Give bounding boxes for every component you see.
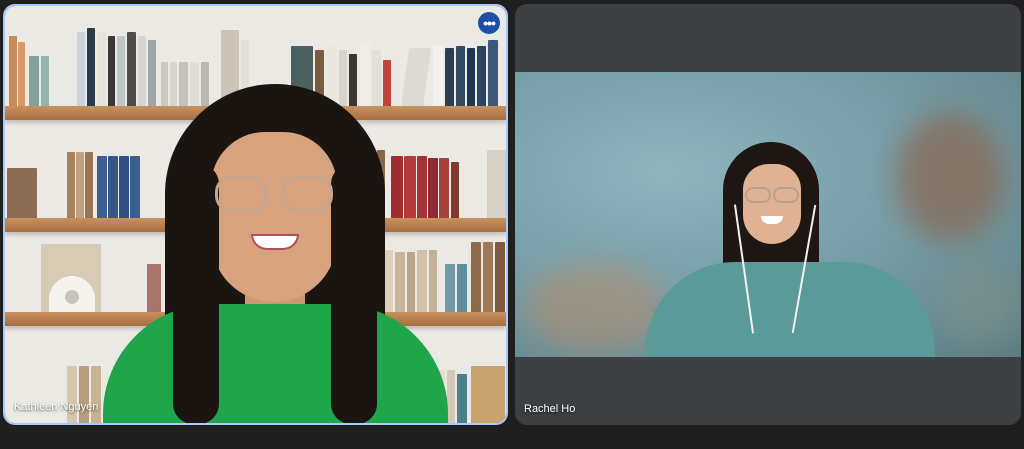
glasses xyxy=(745,187,771,203)
book xyxy=(85,152,93,220)
teal-sweater xyxy=(645,262,935,357)
participant-tile-kathleen[interactable]: ••• Kathleen Nguyen xyxy=(3,4,508,425)
book xyxy=(456,46,465,108)
book xyxy=(483,242,493,314)
video-call-grid: ••• Kathleen Nguyen Rachel Ho xyxy=(0,0,1024,449)
book xyxy=(451,162,459,220)
book xyxy=(29,56,39,108)
book xyxy=(91,366,101,423)
book xyxy=(79,366,89,423)
book xyxy=(471,242,481,314)
book xyxy=(447,370,455,423)
book xyxy=(76,152,84,220)
participant-name-label: Kathleen Nguyen xyxy=(14,401,99,413)
book xyxy=(77,32,85,108)
participant-name-label: Rachel Ho xyxy=(524,403,576,415)
book xyxy=(487,150,506,220)
more-horizontal-icon: ••• xyxy=(483,15,496,31)
participant-video-rachel xyxy=(515,72,1021,357)
book xyxy=(7,168,37,220)
book xyxy=(477,46,486,108)
more-options-button[interactable]: ••• xyxy=(478,12,500,34)
book xyxy=(18,42,25,108)
book xyxy=(87,28,95,108)
glasses xyxy=(215,176,267,212)
participant-figure xyxy=(103,84,448,423)
book xyxy=(457,374,467,423)
book xyxy=(471,366,505,423)
participant-figure xyxy=(645,142,935,357)
book xyxy=(495,242,505,314)
book xyxy=(9,36,17,108)
book xyxy=(41,56,49,108)
participant-tile-rachel[interactable]: Rachel Ho xyxy=(515,4,1021,425)
green-sweater xyxy=(103,304,448,423)
book xyxy=(488,40,498,108)
book xyxy=(67,366,77,423)
book xyxy=(457,264,467,314)
book xyxy=(467,48,475,108)
book xyxy=(67,152,75,220)
participant-video-kathleen xyxy=(5,6,506,423)
